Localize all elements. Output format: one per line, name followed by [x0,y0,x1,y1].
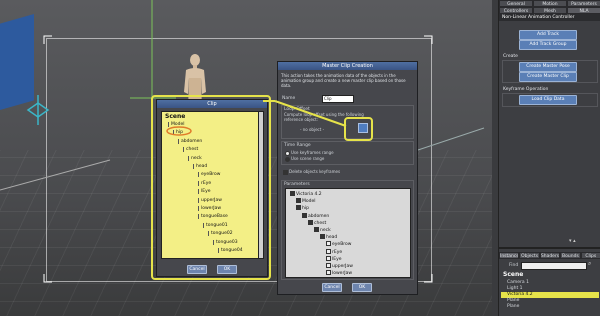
tab-clips[interactable]: Clips [580,252,600,259]
create-master-pose-button[interactable]: Create Master Pose [519,62,577,72]
tab-row-1: General Motion Parameters [499,0,600,7]
panel-title: Non-Linear Animation Controller [499,14,600,21]
add-track-button[interactable]: Add Track [519,30,577,40]
highlight-connector [166,100,347,136]
hip-selection-ellipse [166,126,192,136]
tab-objects[interactable]: Objects [519,252,540,259]
load-clip-data-button[interactable]: Load Clip Data [519,95,577,105]
search-icon[interactable]: ⌕ [588,260,591,268]
create-master-clip-button[interactable]: Create Master Clip [519,72,577,82]
tab-bounds[interactable]: Bounds [560,252,581,259]
tab-nla[interactable]: NLA [567,7,600,14]
scene-title: Scene [503,271,524,278]
scene-item[interactable]: Plane [501,304,599,310]
scene-list[interactable]: Camera 1 Light 1 Victoria 4.2 Plane Plane [501,280,599,310]
tab-shaders[interactable]: Shaders [539,252,561,259]
tab-mesh[interactable]: Mesh [533,7,567,14]
tab-general[interactable]: General [499,0,533,7]
right-panel: General Motion Parameters Controllers Mesh N… [498,0,600,316]
find-input[interactable] [521,262,587,270]
keyframe-label: Keyframe Operation [503,87,549,92]
tab-instances[interactable]: Instances [499,252,520,259]
add-track-group-button[interactable]: Add Track Group [519,40,577,50]
tab-parameters[interactable]: Parameters [567,0,600,7]
tab-motion[interactable]: Motion [533,0,567,7]
bottom-tab-row: Instances Objects Shaders Bounds Clips [499,252,600,259]
panel-title-text: Non-Linear Animation Controller [502,15,575,20]
create-label: Create [503,54,518,59]
find-label: Find [509,263,519,268]
panel-arrows[interactable]: ▾ ▴ [569,238,576,244]
3d-viewport[interactable]: Master Clip Creation This action takes t… [0,0,492,316]
panel-splitter[interactable] [499,247,600,249]
tab-row-2: Controllers Mesh NLA [499,7,600,14]
tab-controllers[interactable]: Controllers [499,7,533,14]
